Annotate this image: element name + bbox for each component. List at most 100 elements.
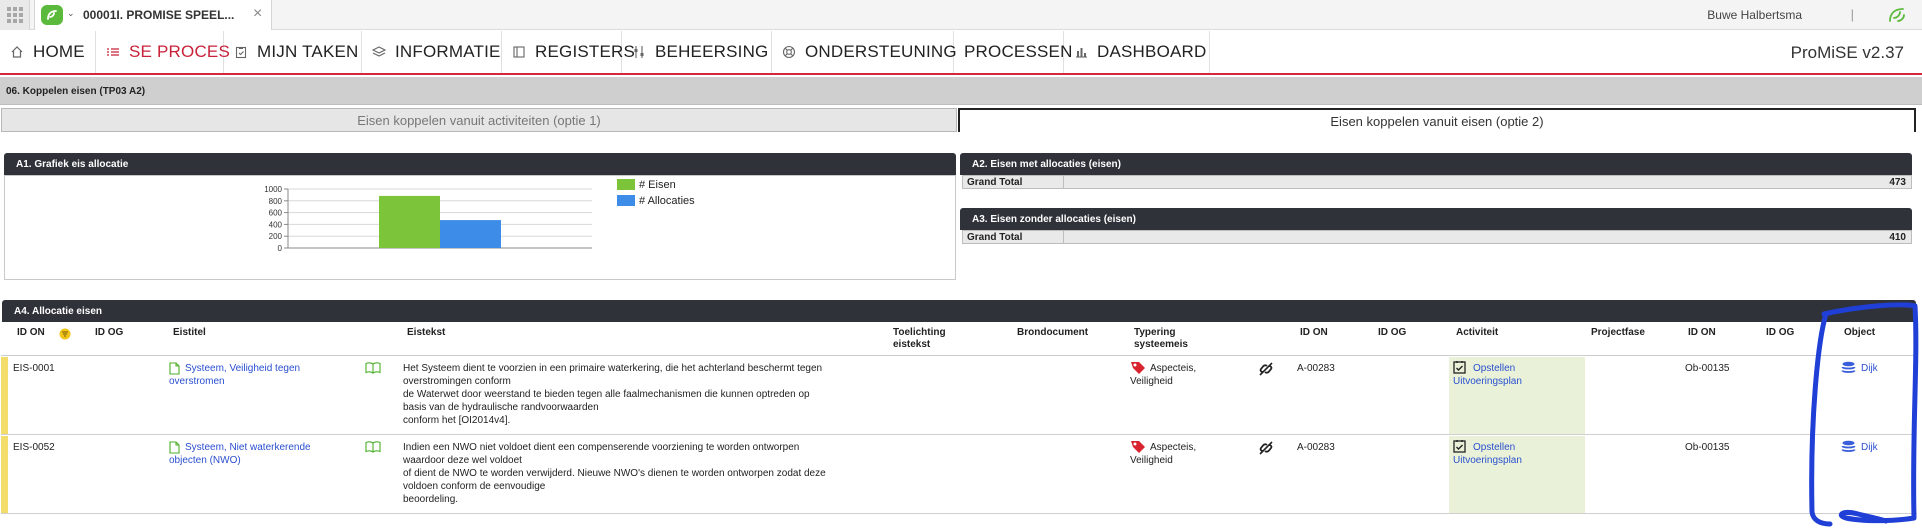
eistitel-line2: overstromen (169, 376, 225, 387)
cell-eistitel[interactable]: Systeem, Veiligheid tegen overstromen (169, 362, 300, 388)
main-nav: HOME SE PROCES MIJN TAKEN INFORMATIE REG… (0, 31, 1922, 75)
nav-ondersteuning[interactable]: ONDERSTEUNING (772, 31, 957, 73)
col-id-on-2[interactable]: ID ON (1300, 327, 1328, 339)
stack-icon (1841, 440, 1856, 457)
book-icon (512, 45, 526, 59)
y-tick-label: 800 (269, 197, 283, 206)
typering-line2: Veiligheid (1130, 376, 1173, 387)
y-tick-label: 600 (269, 209, 283, 218)
nav-label: MIJN TAKEN (257, 42, 359, 61)
close-icon[interactable]: × (253, 5, 262, 23)
col-toelichting[interactable]: Toelichting eistekst (893, 327, 946, 351)
app-tab[interactable]: ⌄ 00001I. PROMISE SPEEL... × (34, 0, 272, 30)
panel-a3-title: A3. Eisen zonder allocaties (eisen) (972, 213, 1136, 225)
typering-line1: Aspecteis, (1150, 442, 1197, 453)
typering-line1: Aspecteis, (1150, 363, 1197, 374)
bar-allocaties (440, 220, 501, 248)
nav-home[interactable]: HOME (0, 31, 96, 73)
legend-swatch (617, 179, 635, 190)
open-book-icon[interactable] (365, 440, 381, 456)
nav-label: BEHEERSING (655, 42, 769, 61)
nav-mijn-taken[interactable]: MIJN TAKEN (224, 31, 362, 73)
cell-id-on: EIS-0052 (13, 442, 55, 453)
top-bar: ⌄ 00001I. PROMISE SPEEL... × Buwe Halber… (0, 0, 1922, 30)
table-row[interactable]: EIS-0052 Systeem, Niet waterkerende obje… (1, 436, 1917, 514)
table-row[interactable]: EIS-0001 Systeem, Veiligheid tegen overs… (1, 357, 1917, 435)
col-eistitel[interactable]: Eistitel (173, 327, 206, 339)
panel-a4-title: A4. Allocatie eisen (14, 305, 102, 317)
legend-swatch (617, 195, 635, 206)
nav-beheersing[interactable]: BEHEERSING (622, 31, 772, 73)
col-toelichting-line1: Toelichting (893, 327, 946, 338)
page-title-bar: 06. Koppelen eisen (TP03 A2) (0, 77, 1922, 105)
chevron-down-icon[interactable]: ⌄ (67, 8, 75, 19)
legend-label: # Allocaties (639, 195, 695, 207)
nav-informatie[interactable]: INFORMATIE (362, 31, 502, 73)
nav-registers[interactable]: REGISTERS (502, 31, 635, 73)
activiteit-line1: Opstellen (1473, 442, 1516, 453)
apps-grid-button[interactable] (0, 0, 30, 30)
col-id-og[interactable]: ID OG (95, 327, 123, 339)
col-typering-line1: Typering (1134, 327, 1176, 338)
lifebuoy-icon (782, 45, 796, 59)
col-id-og-2[interactable]: ID OG (1378, 327, 1406, 339)
y-tick-label: 400 (269, 220, 283, 229)
cell-typering: Aspecteis, Veiligheid (1130, 362, 1196, 388)
tab-optie-2[interactable]: Eisen koppelen vanuit eisen (optie 2) (958, 108, 1916, 132)
col-brondocument[interactable]: Brondocument (1017, 327, 1088, 339)
cell-object[interactable]: Dijk (1861, 362, 1878, 375)
cell-activity-id: A-00283 (1297, 442, 1335, 453)
eistekst-line: of dient de NWO te worden verwijderd. Ni… (403, 468, 826, 479)
cell-activiteit[interactable]: Opstellen Uitvoeringsplan (1453, 362, 1522, 388)
bar-chart-icon (1074, 45, 1088, 59)
unlink-icon[interactable] (1258, 440, 1274, 459)
eistekst-line: Het Systeem dient te voorzien in een pri… (403, 363, 823, 374)
y-tick-label: 200 (269, 232, 283, 241)
col-projectfase[interactable]: Projectfase (1591, 327, 1645, 339)
cell-object-id: Ob-00135 (1685, 442, 1730, 453)
col-toelichting-line2: eistekst (893, 339, 931, 350)
row-flag (1, 357, 8, 434)
cell-object-id: Ob-00135 (1685, 363, 1730, 374)
eistitel-line2: objecten (NWO) (169, 455, 241, 466)
panel-a3-header: A3. Eisen zonder allocaties (eisen) (960, 208, 1912, 230)
promise-logo-icon (41, 5, 63, 25)
col-typering-line2: systeemeis (1134, 339, 1188, 350)
sliders-icon (632, 45, 646, 59)
nav-dashboard[interactable]: DASHBOARD (1064, 31, 1210, 73)
nav-se-proces[interactable]: SE PROCES (96, 31, 230, 73)
nav-label: HOME (33, 42, 85, 61)
col-object[interactable]: Object (1844, 327, 1875, 339)
activiteit-line2: Uitvoeringsplan (1453, 455, 1522, 466)
filter-icon[interactable] (59, 328, 71, 343)
nav-label: DASHBOARD (1097, 42, 1207, 61)
col-eistekst[interactable]: Eistekst (407, 327, 445, 339)
eistekst-line: overstromingen conform (403, 376, 511, 387)
grand-total-label: Grand Total (967, 177, 1023, 188)
eistekst-line: waardoor deze wel voldoet (403, 455, 522, 466)
panel-a4-header: A4. Allocatie eisen (2, 300, 1916, 322)
user-name[interactable]: Buwe Halbertsma (1707, 8, 1802, 22)
panel-a1-title: A1. Grafiek eis allocatie (16, 158, 129, 170)
typering-line2: Veiligheid (1130, 455, 1173, 466)
nav-label: REGISTERS (535, 42, 636, 61)
cell-eistitel[interactable]: Systeem, Niet waterkerende objecten (NWO… (169, 441, 311, 467)
col-id-og-3[interactable]: ID OG (1766, 327, 1794, 339)
activiteit-line2: Uitvoeringsplan (1453, 376, 1522, 387)
unlink-icon[interactable] (1258, 361, 1274, 380)
eistekst-line: Indien een NWO niet voldoet dient een co… (403, 442, 800, 453)
promise-brand-icon[interactable] (1886, 5, 1908, 28)
cell-typering: Aspecteis, Veiligheid (1130, 441, 1196, 467)
cell-object[interactable]: Dijk (1861, 441, 1878, 454)
tab-optie-1[interactable]: Eisen koppelen vanuit activiteiten (opti… (1, 108, 957, 132)
cell-activiteit[interactable]: Opstellen Uitvoeringsplan (1453, 441, 1522, 467)
open-book-icon[interactable] (365, 361, 381, 377)
col-typering[interactable]: Typering systeemeis (1134, 327, 1188, 351)
col-id-on-3[interactable]: ID ON (1688, 327, 1716, 339)
table-header: ID ON ID OG Eistitel Eistekst Toelichtin… (1, 324, 1917, 356)
home-icon (10, 45, 24, 59)
eistitel-line1: Systeem, Niet waterkerende (185, 442, 311, 453)
col-id-on[interactable]: ID ON (17, 327, 45, 339)
nav-processen[interactable]: PROCESSEN (954, 31, 1072, 73)
col-activiteit[interactable]: Activiteit (1456, 327, 1498, 339)
